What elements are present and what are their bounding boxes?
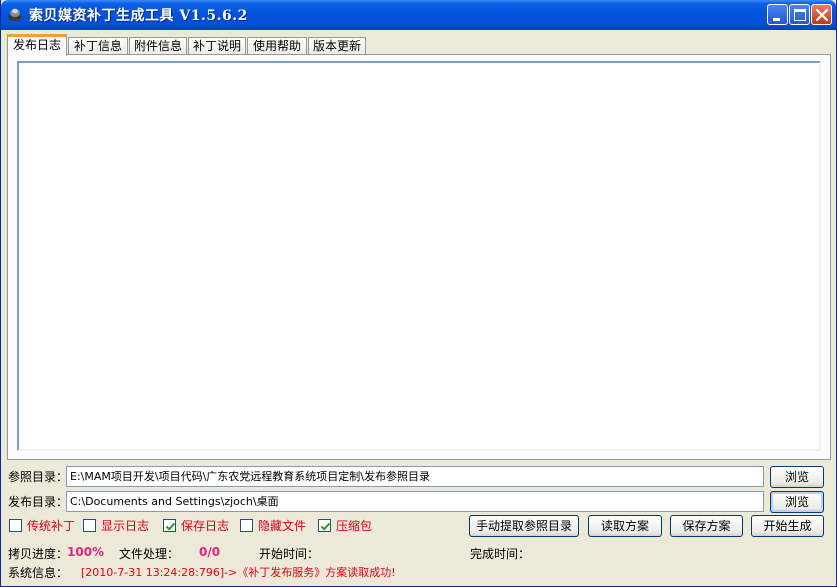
close-button[interactable] xyxy=(811,4,832,25)
system-info-label: 系统信息： xyxy=(8,566,69,580)
save-scheme-button[interactable]: 保存方案 xyxy=(670,515,743,537)
system-info-message: [2010-7-31 13:24:28:796]->《补丁发布服务》方案读取成功… xyxy=(81,566,396,579)
checkmark-icon xyxy=(320,522,331,531)
copy-progress-label: 拷贝进度： xyxy=(8,547,69,561)
show-log-checkbox[interactable] xyxy=(83,519,96,532)
traditional-patch-label[interactable]: 传统补丁 xyxy=(27,517,75,534)
compress-package-label[interactable]: 压缩包 xyxy=(336,517,372,534)
title-bar[interactable]: 索贝媒资补丁生成工具 V1.5.6.2 xyxy=(1,0,836,30)
checkmark-icon xyxy=(165,522,176,531)
file-processing-label: 文件处理： xyxy=(119,547,180,561)
finish-time-label: 完成时间： xyxy=(470,547,531,561)
minimize-icon xyxy=(773,18,780,21)
tab-panel xyxy=(7,54,831,460)
hide-files-label[interactable]: 隐藏文件 xyxy=(258,517,306,534)
tab-help[interactable]: 使用帮助 xyxy=(247,37,307,55)
reference-browse-button[interactable]: 浏览 xyxy=(770,466,824,488)
copy-progress-value: 100% xyxy=(67,545,105,559)
maximize-icon xyxy=(794,9,806,21)
reference-dir-input[interactable]: E:\MAM项目开发\项目代码\广东农党远程教育系统项目定制\发布参照目录 xyxy=(66,466,764,487)
file-processing-value: 0/0 xyxy=(199,545,221,559)
start-generate-button[interactable]: 开始生成 xyxy=(751,515,824,537)
manual-extract-button[interactable]: 手动提取参照目录 xyxy=(469,515,579,537)
save-log-label[interactable]: 保存日志 xyxy=(181,517,229,534)
compress-package-checkbox[interactable] xyxy=(318,519,331,532)
publish-log-textarea[interactable] xyxy=(17,61,821,451)
tab-version-update[interactable]: 版本更新 xyxy=(308,37,366,55)
minimize-button[interactable] xyxy=(767,4,788,25)
publish-dir-label: 发布目录： xyxy=(8,495,69,509)
start-time-label: 开始时间： xyxy=(259,547,320,561)
tab-attachment-info[interactable]: 附件信息 xyxy=(129,37,187,55)
close-icon xyxy=(815,8,829,22)
window-title: 索贝媒资补丁生成工具 V1.5.6.2 xyxy=(29,8,248,24)
tab-patch-description[interactable]: 补丁说明 xyxy=(188,37,246,55)
app-icon xyxy=(7,6,23,22)
tab-publish-log[interactable]: 发布日志 xyxy=(7,34,67,56)
publish-dir-input[interactable]: C:\Documents and Settings\zjoch\桌面 xyxy=(66,491,764,512)
main-window: 索贝媒资补丁生成工具 V1.5.6.2 发布日志 补丁信息 附件信息 补丁说明 … xyxy=(0,0,837,587)
tab-patch-info[interactable]: 补丁信息 xyxy=(68,37,128,55)
load-scheme-button[interactable]: 读取方案 xyxy=(588,515,662,537)
show-log-label[interactable]: 显示日志 xyxy=(101,517,149,534)
traditional-patch-checkbox[interactable] xyxy=(9,519,22,532)
hide-files-checkbox[interactable] xyxy=(240,519,253,532)
reference-dir-label: 参照目录： xyxy=(8,470,69,484)
publish-browse-button[interactable]: 浏览 xyxy=(770,491,824,513)
save-log-checkbox[interactable] xyxy=(163,519,176,532)
maximize-button[interactable] xyxy=(789,4,810,25)
